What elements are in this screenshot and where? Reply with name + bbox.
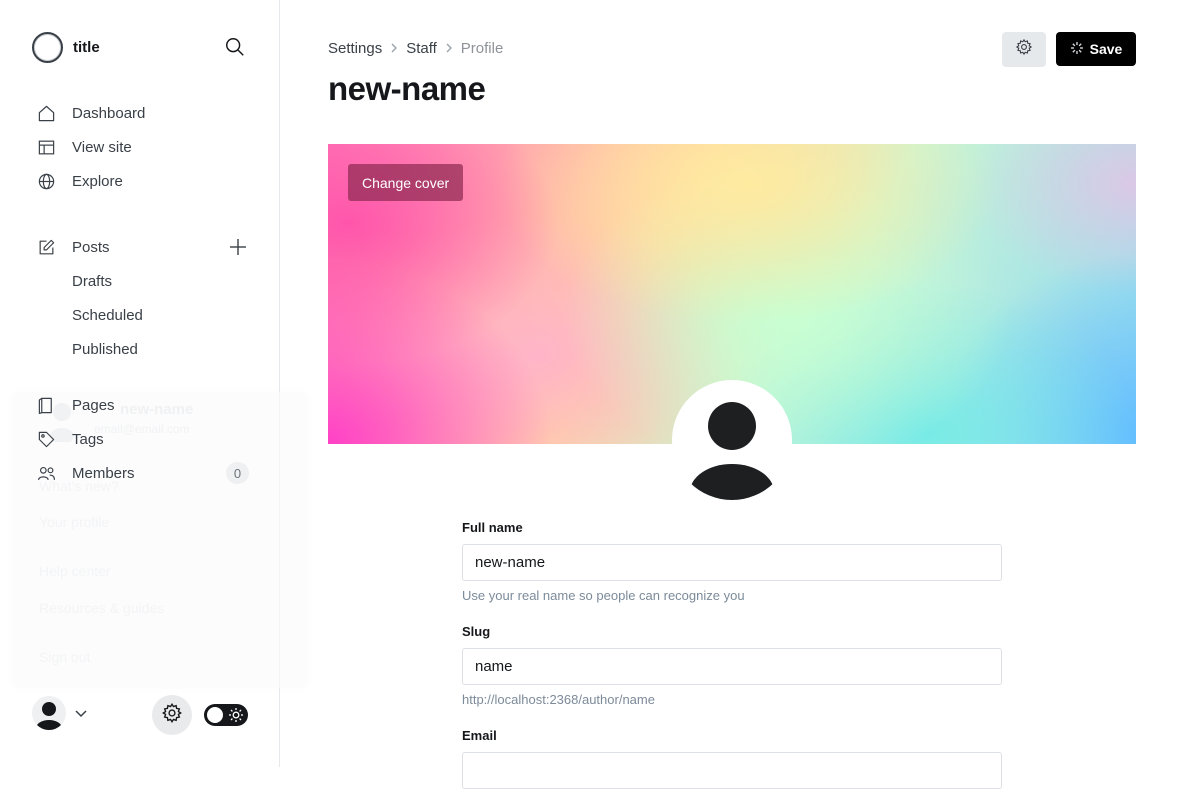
sidebar-item-label: Posts [72, 238, 110, 256]
email-field: Email [462, 728, 1002, 789]
slug-hint: http://localhost:2368/author/name [462, 692, 655, 707]
sun-icon [228, 707, 244, 723]
sidebar-item-label: Tags [72, 430, 104, 448]
gear-icon [161, 702, 183, 729]
primary-nav: Dashboard View site Explore [36, 96, 266, 198]
sidebar-item-explore[interactable]: Explore [36, 164, 266, 198]
chevron-down-icon[interactable] [74, 706, 88, 720]
site-title: title [73, 39, 100, 56]
full-name-label: Full name [462, 520, 523, 535]
change-cover-button[interactable]: Change cover [348, 164, 464, 201]
breadcrumb-staff[interactable]: Staff [406, 40, 437, 57]
members-icon [36, 463, 56, 483]
user-actions-button[interactable] [1002, 32, 1046, 67]
sidebar-item-drafts[interactable]: Drafts [36, 264, 266, 298]
sidebar-item-posts[interactable]: Posts [36, 230, 266, 264]
page-icon [36, 395, 56, 415]
slug-label: Slug [462, 624, 491, 639]
profile-picture[interactable] [672, 380, 792, 500]
sidebar-item-label: Dashboard [72, 104, 146, 122]
user-avatar[interactable] [32, 696, 66, 730]
spinner-icon [1070, 41, 1084, 58]
save-button[interactable]: Save [1056, 32, 1136, 66]
new-post-plus-icon[interactable] [228, 237, 248, 257]
chevron-right-icon [445, 41, 453, 56]
email-label: Email [462, 728, 497, 743]
chevron-right-icon [390, 41, 398, 56]
search-icon[interactable] [224, 36, 250, 62]
sidebar-item-label: Explore [72, 172, 123, 190]
sidebar-item-scheduled[interactable]: Scheduled [36, 298, 266, 332]
ghost-item-resources: Resources & guides [39, 600, 165, 616]
ghost-item-your-profile: Your profile [39, 514, 110, 530]
settings-gear-button[interactable] [152, 695, 192, 735]
content-nav: Posts Drafts Scheduled Published [36, 230, 266, 366]
tag-icon [36, 429, 56, 449]
gear-icon [1015, 38, 1033, 61]
slug-field: Slug name http://localhost:2368/author/n… [462, 624, 1002, 707]
breadcrumb-settings[interactable]: Settings [328, 40, 382, 57]
layout-icon [36, 137, 56, 157]
members-count-badge: 0 [226, 462, 249, 484]
sidebar-item-dashboard[interactable]: Dashboard [36, 96, 266, 130]
brand[interactable]: title [32, 32, 100, 63]
sidebar-item-label: Scheduled [72, 306, 143, 324]
home-icon [36, 103, 56, 123]
toggle-knob [207, 707, 223, 723]
site-logo [32, 32, 63, 63]
ghost-item-sign-out: Sign out [39, 649, 91, 665]
email-input[interactable] [462, 752, 1002, 789]
sidebar-item-label: Pages [72, 396, 115, 414]
full-name-hint: Use your real name so people can recogni… [462, 588, 745, 603]
sidebar-item-tags[interactable]: Tags [36, 422, 266, 456]
sidebar-item-label: View site [72, 138, 132, 156]
ghost-item-help-center: Help center [39, 563, 111, 579]
globe-icon [36, 171, 56, 191]
sidebar-item-view-site[interactable]: View site [36, 130, 266, 164]
save-label: Save [1089, 41, 1123, 57]
full-name-field: Full name new-name Use your real name so… [462, 520, 1002, 603]
sidebar-item-label: Published [72, 340, 138, 358]
secondary-nav: Pages Tags Members 0 [36, 388, 266, 490]
sidebar-item-published[interactable]: Published [36, 332, 266, 366]
sidebar-footer [32, 695, 252, 735]
page-title: new-name [328, 70, 486, 107]
slug-input[interactable]: name [462, 648, 1002, 685]
breadcrumb: Settings Staff Profile [328, 40, 503, 57]
edit-icon [36, 237, 56, 257]
sidebar: title new-name email@email.com What's ne… [0, 0, 308, 767]
sidebar-item-label: Drafts [72, 272, 113, 290]
breadcrumb-profile: Profile [460, 40, 504, 57]
sidebar-item-members[interactable]: Members 0 [36, 456, 266, 490]
dark-mode-toggle[interactable] [204, 704, 248, 726]
sidebar-item-pages[interactable]: Pages [36, 388, 266, 422]
sidebar-item-label: Members [72, 464, 135, 482]
full-name-input[interactable]: new-name [462, 544, 1002, 581]
